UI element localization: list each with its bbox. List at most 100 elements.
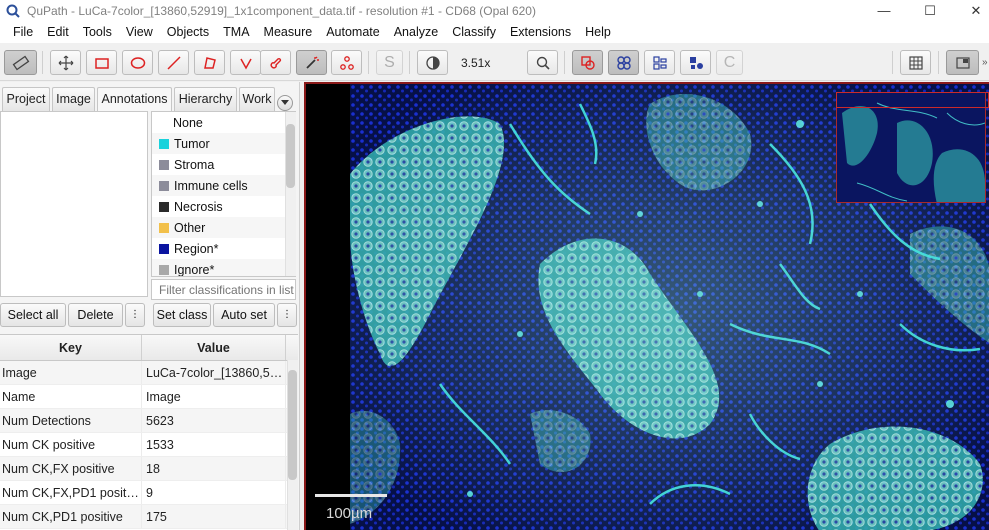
menu-view[interactable]: View	[119, 21, 160, 43]
class-more-button[interactable]: ⋮	[277, 303, 297, 327]
table-row[interactable]: Num CK,FX,PD1 positive 9	[0, 481, 298, 505]
minimize-button[interactable]: —	[861, 0, 907, 21]
class-item[interactable]: None	[152, 112, 295, 133]
selection-mode-button[interactable]: S	[376, 50, 403, 75]
class-item[interactable]: Ignore*	[152, 259, 295, 277]
points-icon	[339, 55, 354, 70]
menu-help[interactable]: Help	[578, 21, 618, 43]
measure-tool-button[interactable]	[4, 50, 37, 75]
menu-automate[interactable]: Automate	[319, 21, 387, 43]
polyline-tool-button[interactable]	[230, 50, 261, 75]
tab-project[interactable]: Project	[2, 87, 50, 111]
maximize-button[interactable]: ☐	[907, 0, 953, 21]
tab-overflow-button[interactable]	[277, 95, 293, 111]
brush-tool-button[interactable]	[260, 50, 291, 75]
show-grid-button[interactable]	[900, 50, 931, 75]
rectangle-tool-button[interactable]	[86, 50, 117, 75]
class-label: None	[173, 115, 203, 130]
brightness-contrast-button[interactable]	[417, 50, 448, 75]
class-color-swatch	[159, 243, 169, 254]
toolbar-separator	[42, 51, 43, 74]
overview-thumbnail[interactable]	[836, 92, 986, 203]
class-label: Ignore*	[174, 262, 215, 277]
class-label: Tumor	[174, 136, 210, 151]
tab-workflow[interactable]: Work	[239, 87, 275, 111]
table-row[interactable]: Num Detections 5623	[0, 409, 298, 433]
show-annotations-button[interactable]	[572, 50, 603, 75]
close-button[interactable]: ✕	[953, 0, 989, 21]
menu-classify[interactable]: Classify	[445, 21, 503, 43]
row-key: Name	[0, 385, 142, 408]
window-title: QuPath - LuCa-7color_[13860,52919]_1x1co…	[27, 3, 536, 18]
menu-file[interactable]: File	[6, 21, 40, 43]
menu-analyze[interactable]: Analyze	[387, 21, 445, 43]
tab-image[interactable]: Image	[52, 87, 95, 111]
row-value: LuCa-7color_[13860,52919]_1x1component_d…	[142, 361, 286, 384]
polygon-tool-button[interactable]	[194, 50, 225, 75]
column-header-key[interactable]: Key	[0, 335, 142, 360]
classification-list[interactable]: None Tumor Stroma Immune cells Necrosis …	[151, 111, 296, 277]
row-key: Num Detections	[0, 409, 142, 432]
row-key: Num CK,FX positive	[0, 457, 142, 480]
row-key: Image	[0, 361, 142, 384]
table-row[interactable]: ImageLuCa-7color_[13860,52919]_1x1compon…	[0, 361, 298, 385]
left-panel: Project Image Annotations Hierarchy Work…	[0, 82, 300, 530]
class-item[interactable]: Tumor	[152, 133, 295, 154]
menu-tools[interactable]: Tools	[76, 21, 119, 43]
table-row[interactable]: Num CK,PD1 positive 175	[0, 505, 298, 529]
class-label: Immune cells	[174, 178, 248, 193]
menu-objects[interactable]: Objects	[160, 21, 216, 43]
show-tma-button[interactable]	[644, 50, 675, 75]
show-detections-button[interactable]	[608, 50, 639, 75]
column-header-value[interactable]: Value	[142, 335, 286, 360]
points-tool-button[interactable]	[331, 50, 362, 75]
tab-annotations[interactable]: Annotations	[97, 87, 172, 111]
class-label: Stroma	[174, 157, 215, 172]
annotation-more-button[interactable]: ⋮	[125, 303, 145, 327]
ruler-icon	[12, 55, 29, 70]
scale-bar-label: 100µm	[326, 505, 373, 522]
cell-classes-button[interactable]	[680, 50, 711, 75]
class-label: Necrosis	[174, 199, 223, 214]
row-key: Num CK,FX,PD1 positive	[0, 481, 142, 504]
toolbar-separator	[938, 51, 939, 74]
toolbar-separator	[564, 51, 565, 74]
menu-measure[interactable]: Measure	[257, 21, 320, 43]
auto-set-button[interactable]: Auto set	[213, 303, 275, 327]
tab-hierarchy[interactable]: Hierarchy	[174, 87, 237, 111]
menu-extensions[interactable]: Extensions	[503, 21, 578, 43]
line-icon	[166, 55, 181, 70]
wand-tool-button[interactable]	[296, 50, 327, 75]
table-row[interactable]: Name Image	[0, 385, 298, 409]
menu-tma[interactable]: TMA	[216, 21, 256, 43]
zoom-to-fit-button[interactable]	[527, 50, 558, 75]
toolbar-separator	[892, 51, 893, 74]
line-tool-button[interactable]	[158, 50, 189, 75]
toolbar-overflow-icon[interactable]: »	[982, 57, 988, 68]
class-item[interactable]: Stroma	[152, 154, 295, 175]
row-value: 5623	[142, 409, 286, 432]
table-row[interactable]: Num CK positive 1533	[0, 433, 298, 457]
toolbar-separator	[368, 51, 369, 74]
set-class-button[interactable]: Set class	[153, 303, 211, 327]
class-item[interactable]: Immune cells	[152, 175, 295, 196]
class-item[interactable]: Necrosis	[152, 196, 295, 217]
class-item[interactable]: Region*	[152, 238, 295, 259]
class-list-scroll-thumb[interactable]	[286, 124, 295, 188]
toolbar-separator	[409, 51, 410, 74]
class-filter-input[interactable]	[151, 279, 296, 300]
channel-viewer-button[interactable]: C	[716, 50, 743, 75]
table-scroll-thumb[interactable]	[288, 370, 297, 480]
class-item[interactable]: Other	[152, 217, 295, 238]
annotation-list[interactable]	[0, 111, 148, 297]
select-all-button[interactable]: Select all	[0, 303, 66, 327]
overview-viewport-box[interactable]	[836, 92, 989, 108]
show-overview-button[interactable]	[946, 50, 979, 75]
menu-bar: File Edit Tools View Objects TMA Measure…	[0, 21, 989, 43]
table-row[interactable]: Num CK,FX positive 18	[0, 457, 298, 481]
contrast-icon	[425, 55, 440, 70]
delete-button[interactable]: Delete	[68, 303, 123, 327]
move-tool-button[interactable]	[50, 50, 81, 75]
ellipse-tool-button[interactable]	[122, 50, 153, 75]
menu-edit[interactable]: Edit	[40, 21, 76, 43]
